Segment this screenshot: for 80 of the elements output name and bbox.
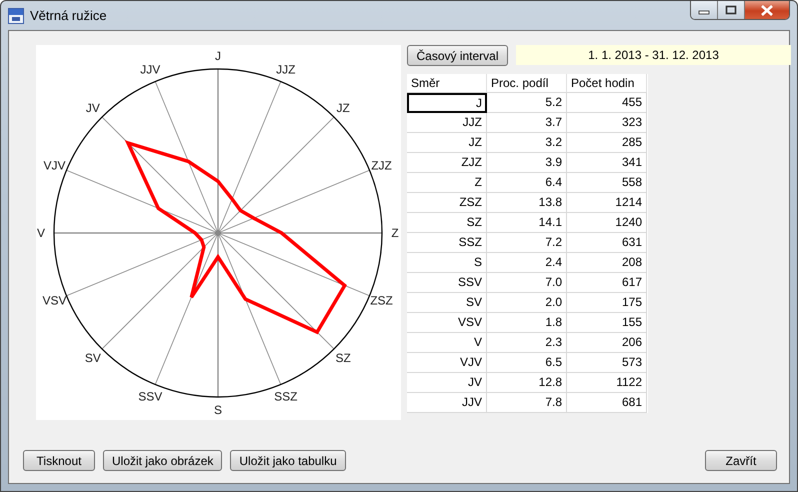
direction-label: SZ <box>335 351 351 366</box>
table-cell: 1122 <box>567 373 647 393</box>
save-image-button[interactable]: Uložit jako obrázek <box>103 450 222 471</box>
column-header[interactable]: Proc. podíl <box>487 74 567 93</box>
table-cell: 558 <box>567 173 647 193</box>
table-cell: 323 <box>567 113 647 133</box>
table-cell: 341 <box>567 153 647 173</box>
direction-label: VJV <box>43 158 66 172</box>
direction-label: SSV <box>138 390 162 404</box>
table-cell: 285 <box>567 133 647 153</box>
app-icon <box>8 8 24 24</box>
table-cell: 7.0 <box>487 273 567 293</box>
table-cell: 5.2 <box>487 93 567 113</box>
table-cell[interactable]: ZSZ <box>407 193 487 213</box>
table-cell: 2.0 <box>487 293 567 313</box>
table-cell[interactable]: JV <box>407 373 487 393</box>
table-cell: 155 <box>567 313 647 333</box>
maximize-button[interactable] <box>718 1 745 19</box>
table-cell[interactable]: SSV <box>407 273 487 293</box>
table-cell[interactable]: JJV <box>407 393 487 413</box>
table-cell[interactable]: S <box>407 253 487 273</box>
table-cell: 175 <box>567 293 647 313</box>
window-title: Větrná ružice <box>30 8 107 23</box>
table-cell: 6.4 <box>487 173 567 193</box>
table-cell: 7.8 <box>487 393 567 413</box>
table-cell: 6.5 <box>487 353 567 373</box>
direction-label: Z <box>391 226 399 240</box>
table-cell: 681 <box>567 393 647 413</box>
table-cell: 2.3 <box>487 333 567 353</box>
direction-label: VSV <box>42 294 66 308</box>
column-header[interactable]: Směr <box>407 74 487 93</box>
interval-button[interactable]: Časový interval <box>407 45 508 66</box>
table-cell[interactable]: V <box>407 333 487 353</box>
table-cell: 1214 <box>567 193 647 213</box>
direction-label: SSZ <box>274 390 298 404</box>
table-cell[interactable]: ZJZ <box>407 153 487 173</box>
direction-label: V <box>37 226 45 240</box>
close-window-button[interactable]: Zavřít <box>705 450 777 471</box>
table-cell: 14.1 <box>487 213 567 233</box>
table-cell[interactable]: VJV <box>407 353 487 373</box>
table-cell[interactable]: SZ <box>407 213 487 233</box>
close-icon <box>760 4 774 16</box>
table-cell: 631 <box>567 233 647 253</box>
table-cell[interactable]: SV <box>407 293 487 313</box>
maximize-icon <box>725 5 737 15</box>
print-button[interactable]: Tisknout <box>23 450 95 471</box>
table-cell[interactable]: JZ <box>407 133 487 153</box>
table-cell: 1.8 <box>487 313 567 333</box>
table-cell: 208 <box>567 253 647 273</box>
table-cell[interactable]: JJZ <box>407 113 487 133</box>
table-cell: 12.8 <box>487 373 567 393</box>
table-cell: 206 <box>567 333 647 353</box>
save-table-button[interactable]: Uložit jako tabulku <box>230 450 346 471</box>
table-cell[interactable]: J <box>407 93 487 113</box>
table-cell: 2.4 <box>487 253 567 273</box>
table-cell: 13.8 <box>487 193 567 213</box>
direction-label: ZSZ <box>370 294 393 308</box>
column-header[interactable]: Počet hodin <box>567 74 647 93</box>
table-cell: 3.7 <box>487 113 567 133</box>
minimize-button[interactable] <box>691 1 718 19</box>
table-cell: 455 <box>567 93 647 113</box>
direction-label: JJV <box>140 62 160 76</box>
direction-label: JJZ <box>276 62 296 76</box>
direction-label: S <box>214 403 222 417</box>
table-cell: 7.2 <box>487 233 567 253</box>
table-cell: 3.9 <box>487 153 567 173</box>
table-cell[interactable]: SSZ <box>407 233 487 253</box>
table-cell[interactable]: Z <box>407 173 487 193</box>
table-cell: 1240 <box>567 213 647 233</box>
close-button[interactable] <box>745 1 789 19</box>
direction-label: SV <box>84 351 101 366</box>
table-cell: 3.2 <box>487 133 567 153</box>
direction-label: ZJZ <box>371 158 392 172</box>
direction-label: JZ <box>336 100 350 115</box>
table-cell: 573 <box>567 353 647 373</box>
table-cell: 617 <box>567 273 647 293</box>
direction-label: J <box>215 49 221 63</box>
direction-label: JV <box>86 100 100 115</box>
date-range-field: 1. 1. 2013 - 31. 12. 2013 <box>516 45 791 65</box>
table-cell[interactable]: VSV <box>407 313 487 333</box>
